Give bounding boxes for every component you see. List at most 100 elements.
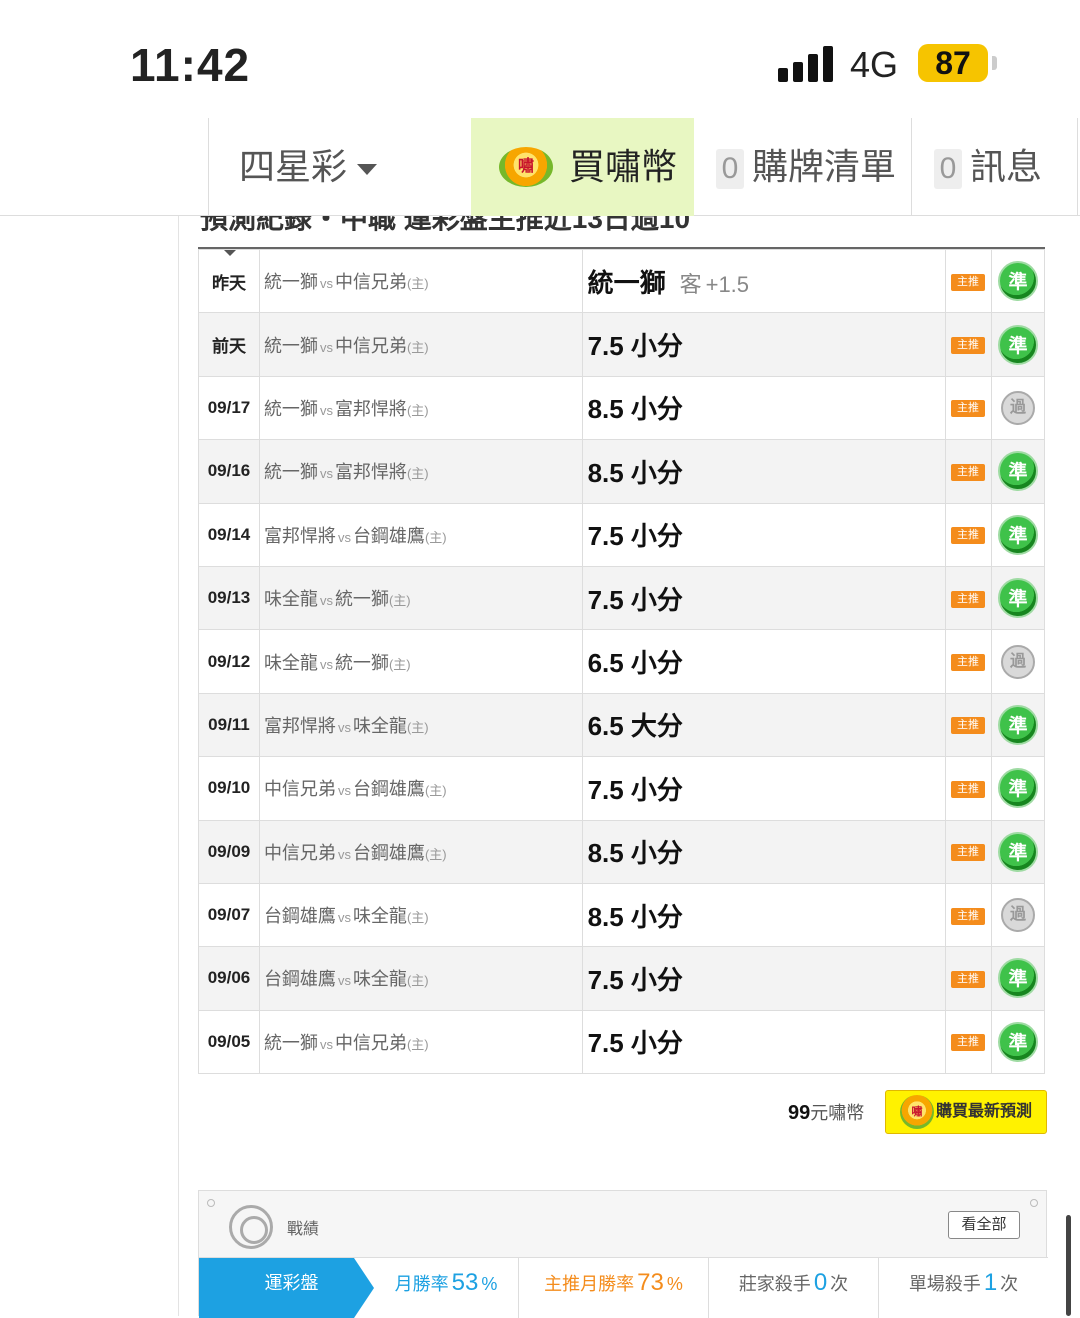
record-vs: vs xyxy=(319,402,333,418)
record-tag: 主推 xyxy=(945,692,992,758)
messages-button[interactable]: 0 訊息 xyxy=(912,118,1078,216)
record-pick: 7.5 小分 xyxy=(581,565,947,631)
record-match[interactable]: 統一獅 vs 中信兄弟(主) xyxy=(258,1009,583,1075)
table-row: 09/11 富邦悍將 vs 味全龍(主) 6.5 大分 主推 準 xyxy=(198,692,1045,758)
table-row: 09/16 統一獅 vs 富邦悍將(主) 8.5 小分 主推 準 xyxy=(198,439,1045,504)
record-date: 09/17 xyxy=(198,375,260,441)
record-tag: 主推 xyxy=(945,312,992,377)
record-match[interactable]: 台鋼雄鷹 vs 味全龍(主) xyxy=(258,882,583,948)
record-tag: 主推 xyxy=(945,502,992,567)
record-away: 統一獅 xyxy=(263,462,318,483)
table-row: 09/06 台鋼雄鷹 vs 味全龍(主) 7.5 小分 主推 準 xyxy=(198,946,1045,1011)
stat-value: 0 xyxy=(813,1269,828,1296)
record-result: 過 xyxy=(991,375,1045,441)
record-pick: 7.5 小分 xyxy=(581,312,947,377)
record-date: 09/09 xyxy=(207,841,251,861)
record-match[interactable]: 台鋼雄鷹 vs 味全龍(主) xyxy=(258,946,583,1011)
record-match[interactable]: 富邦悍將 vs 台鋼雄鷹(主) xyxy=(258,502,583,567)
result-badge: 準 xyxy=(998,704,1038,745)
buy-latest-prediction-button[interactable]: 嘯 購買最新預測 xyxy=(885,1090,1047,1134)
record-pick: 7.5 小分 xyxy=(587,964,683,995)
record-pick: 7.5 小分 xyxy=(581,946,947,1011)
record-tag: 主推 xyxy=(945,882,992,948)
stat-single-killer: 單場殺手 1 次 xyxy=(879,1258,1048,1318)
record-date: 09/05 xyxy=(207,1031,251,1051)
record-pick: 7.5 小分 xyxy=(587,331,683,362)
record-home: 統一獅 xyxy=(334,589,389,610)
record-match[interactable]: 統一獅 vs 富邦悍將(主) xyxy=(258,439,583,504)
caret-down-icon xyxy=(357,163,378,175)
target-icon xyxy=(229,1205,273,1249)
record-pick: 8.5 小分 xyxy=(581,882,947,948)
result-badge: 過 xyxy=(1001,644,1035,679)
record-vs: vs xyxy=(319,1036,333,1052)
record-match[interactable]: 中信兄弟 vs 台鋼雄鷹(主) xyxy=(258,819,583,884)
record-vs: vs xyxy=(337,529,351,545)
record-home-tag: (主) xyxy=(406,1036,429,1052)
record-away: 中信兄弟 xyxy=(263,779,336,800)
cart-label: 購牌清單 xyxy=(752,146,897,187)
record-pick: 統一獅客 +1.5 xyxy=(581,248,947,314)
record-away: 味全龍 xyxy=(263,589,318,610)
record-pick: 8.5 小分 xyxy=(587,838,683,869)
record-date: 前天 xyxy=(198,312,260,377)
record-match[interactable]: 統一獅 vs 中信兄弟(主) xyxy=(258,312,583,377)
main-pick-badge: 主推 xyxy=(951,527,985,545)
record-pick: 統一獅 xyxy=(587,267,666,298)
result-badge: 準 xyxy=(998,324,1038,365)
tab-sports-lottery[interactable]: 運彩盤 xyxy=(199,1258,374,1318)
record-date: 09/09 xyxy=(198,819,260,884)
record-result: 準 xyxy=(991,248,1045,314)
scrollbar[interactable] xyxy=(1066,1215,1071,1316)
stat-label: 莊家殺手 xyxy=(738,1274,811,1294)
stat-label: 單場殺手 xyxy=(908,1274,981,1294)
record-pick: 7.5 小分 xyxy=(587,1028,683,1059)
record-date: 09/06 xyxy=(198,946,260,1011)
see-all-button[interactable]: 看全部 xyxy=(948,1211,1020,1239)
record-match[interactable]: 富邦悍將 vs 味全龍(主) xyxy=(258,692,583,758)
record-result: 準 xyxy=(991,819,1045,884)
record-home-tag: (主) xyxy=(406,339,429,355)
record-date: 09/12 xyxy=(207,651,251,671)
record-away: 富邦悍將 xyxy=(263,525,336,546)
record-tag: 主推 xyxy=(945,375,992,441)
result-badge: 過 xyxy=(1001,390,1035,425)
result-badge: 準 xyxy=(998,831,1038,872)
record-home-tag: (主) xyxy=(406,466,429,482)
record-match[interactable]: 統一獅 vs 中信兄弟(主) xyxy=(258,248,583,314)
top-nav: 四星彩 嘯 買嘯幣 0 購牌清單 0 訊息 xyxy=(0,118,1080,216)
stat-unit: % xyxy=(481,1274,498,1294)
record-away: 台鋼雄鷹 xyxy=(263,969,336,990)
record-match[interactable]: 味全龍 vs 統一獅(主) xyxy=(258,629,583,694)
record-result: 準 xyxy=(991,565,1045,631)
stat-unit: % xyxy=(666,1274,683,1294)
record-date: 09/11 xyxy=(198,692,260,758)
lottery-dropdown[interactable]: 四星彩 xyxy=(208,118,471,216)
record-home-tag: (主) xyxy=(424,529,447,545)
stat-month-win-rate: 月勝率 53% xyxy=(374,1258,519,1318)
record-date: 09/11 xyxy=(208,714,250,734)
record-match[interactable]: 味全龍 vs 統一獅(主) xyxy=(258,565,583,631)
record-match[interactable]: 中信兄弟 vs 台鋼雄鷹(主) xyxy=(258,756,583,821)
stat-label: 主推月勝率 xyxy=(544,1274,635,1294)
result-badge: 準 xyxy=(998,514,1038,555)
record-tag: 主推 xyxy=(945,819,992,884)
table-row: 09/09 中信兄弟 vs 台鋼雄鷹(主) 8.5 小分 主推 準 xyxy=(198,819,1045,884)
messages-count-badge: 0 xyxy=(934,149,962,190)
record-home: 味全龍 xyxy=(352,906,407,927)
stat-value: 53 xyxy=(451,1269,479,1296)
buy-coins-button[interactable]: 嘯 買嘯幣 xyxy=(471,118,694,216)
stat-unit: 次 xyxy=(1000,1274,1019,1294)
stat-main-month-win-rate: 主推月勝率 73% xyxy=(519,1258,709,1318)
record-pick: 8.5 小分 xyxy=(581,819,947,884)
record-date: 昨天 xyxy=(211,273,246,293)
record-home: 台鋼雄鷹 xyxy=(352,842,425,863)
record-vs: vs xyxy=(319,466,333,482)
record-home: 富邦悍將 xyxy=(334,462,407,483)
content-border xyxy=(178,216,179,1316)
record-match[interactable]: 統一獅 vs 富邦悍將(主) xyxy=(258,375,583,441)
cart-button[interactable]: 0 購牌清單 xyxy=(694,118,912,216)
coin-icon: 嘯 xyxy=(900,1095,934,1129)
record-home-tag: (主) xyxy=(406,276,429,292)
record-pick: 7.5 小分 xyxy=(581,756,947,821)
